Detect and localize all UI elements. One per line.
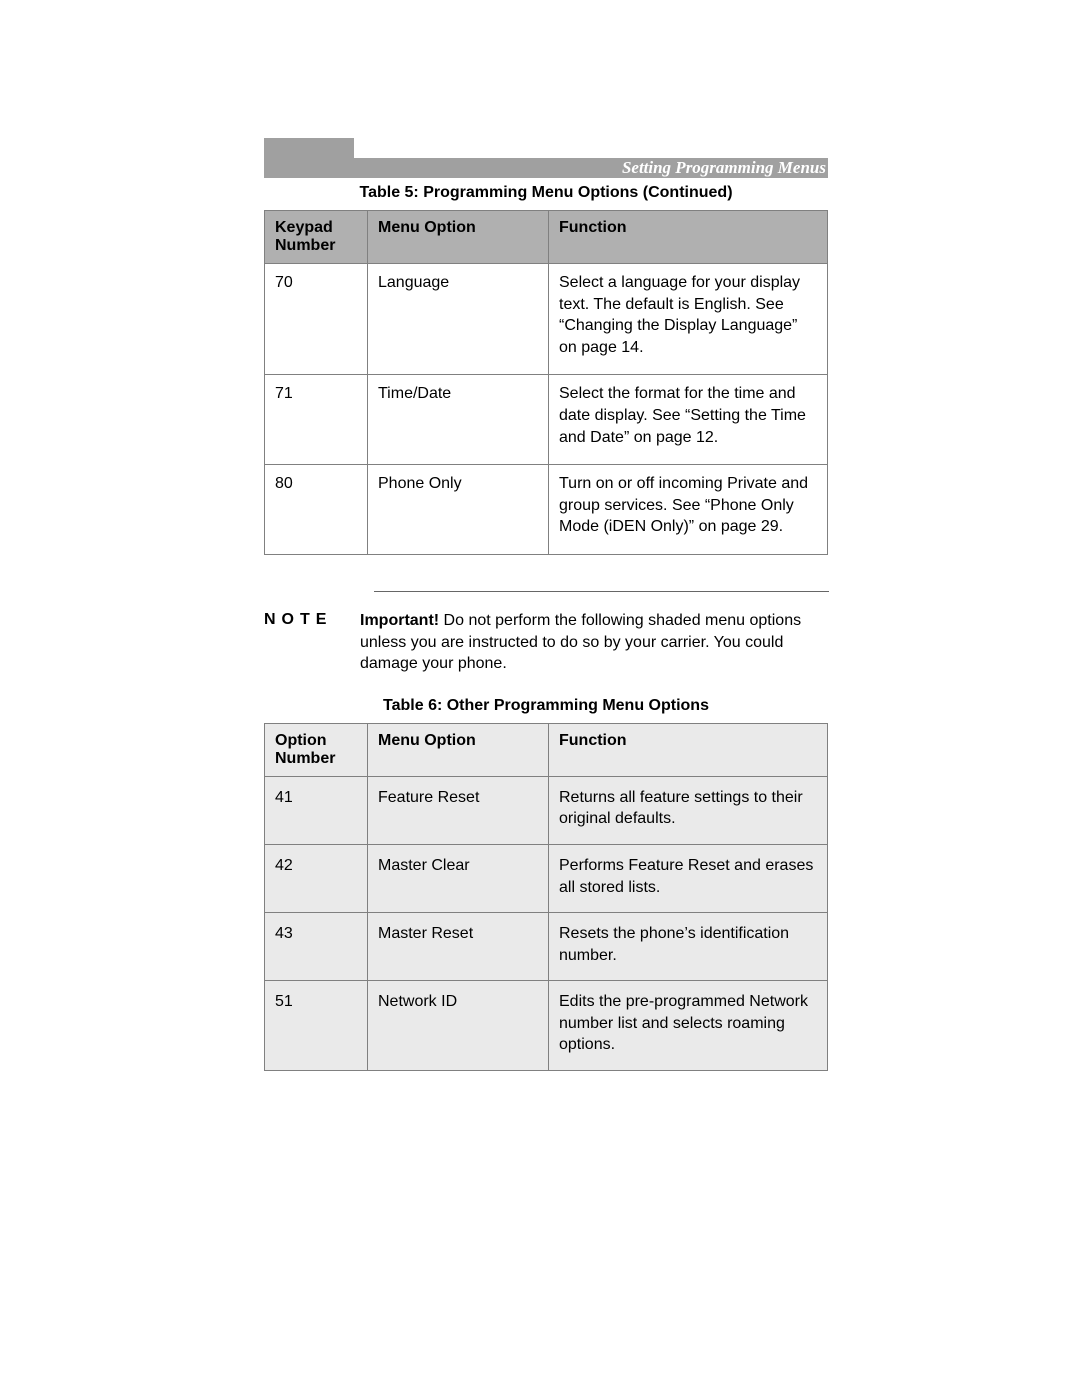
note-text: Important! Do not perform the following …: [360, 610, 828, 675]
note-block: NOTE Important! Do not perform the follo…: [264, 610, 828, 675]
table-row: 43 Master Reset Resets the phone’s ident…: [265, 913, 828, 981]
page-header: Setting Programming Menus: [264, 138, 828, 178]
divider: [374, 591, 829, 592]
table5-title: Table 5: Programming Menu Options (Conti…: [264, 184, 828, 202]
table5: Keypad Number Menu Option Function 70 La…: [264, 210, 828, 555]
cell-option-number: 43: [265, 913, 368, 981]
cell-function: Edits the pre-programmed Network number …: [549, 981, 828, 1071]
cell-menu-option: Feature Reset: [368, 776, 549, 844]
table6-title: Table 6: Other Programming Menu Options: [264, 697, 828, 715]
section-title: Setting Programming Menus: [264, 158, 828, 178]
cell-function: Turn on or off incoming Private and grou…: [549, 465, 828, 555]
cell-menu-option: Phone Only: [368, 465, 549, 555]
note-label: NOTE: [264, 610, 360, 629]
table5-header-function: Function: [549, 211, 828, 264]
cell-menu-option: Time/Date: [368, 375, 549, 465]
table6-header-option-number: Option Number: [265, 723, 368, 776]
table-row: 51 Network ID Edits the pre-programmed N…: [265, 981, 828, 1071]
cell-function: Returns all feature settings to their or…: [549, 776, 828, 844]
note-important: Important!: [360, 612, 439, 629]
cell-keypad-number: 71: [265, 375, 368, 465]
header-tab: [264, 138, 354, 158]
table6-header-function: Function: [549, 723, 828, 776]
cell-keypad-number: 70: [265, 264, 368, 375]
table-row: 80 Phone Only Turn on or off incoming Pr…: [265, 465, 828, 555]
cell-option-number: 51: [265, 981, 368, 1071]
cell-menu-option: Master Clear: [368, 844, 549, 912]
cell-keypad-number: 80: [265, 465, 368, 555]
table6: Option Number Menu Option Function 41 Fe…: [264, 723, 828, 1071]
table5-header-row: Keypad Number Menu Option Function: [265, 211, 828, 264]
cell-menu-option: Network ID: [368, 981, 549, 1071]
table5-header-keypad-number: Keypad Number: [265, 211, 368, 264]
cell-function: Select a language for your display text.…: [549, 264, 828, 375]
cell-option-number: 41: [265, 776, 368, 844]
cell-option-number: 42: [265, 844, 368, 912]
table-row: 70 Language Select a language for your d…: [265, 264, 828, 375]
table-row: 71 Time/Date Select the format for the t…: [265, 375, 828, 465]
page-content: Table 5: Programming Menu Options (Conti…: [264, 178, 828, 1071]
table6-header-row: Option Number Menu Option Function: [265, 723, 828, 776]
table5-header-menu-option: Menu Option: [368, 211, 549, 264]
cell-function: Performs Feature Reset and erases all st…: [549, 844, 828, 912]
document-page: Setting Programming Menus Table 5: Progr…: [0, 0, 1080, 1397]
cell-menu-option: Master Reset: [368, 913, 549, 981]
cell-function: Select the format for the time and date …: [549, 375, 828, 465]
table-row: 41 Feature Reset Returns all feature set…: [265, 776, 828, 844]
cell-menu-option: Language: [368, 264, 549, 375]
cell-function: Resets the phone’s identification number…: [549, 913, 828, 981]
table-row: 42 Master Clear Performs Feature Reset a…: [265, 844, 828, 912]
table6-header-menu-option: Menu Option: [368, 723, 549, 776]
